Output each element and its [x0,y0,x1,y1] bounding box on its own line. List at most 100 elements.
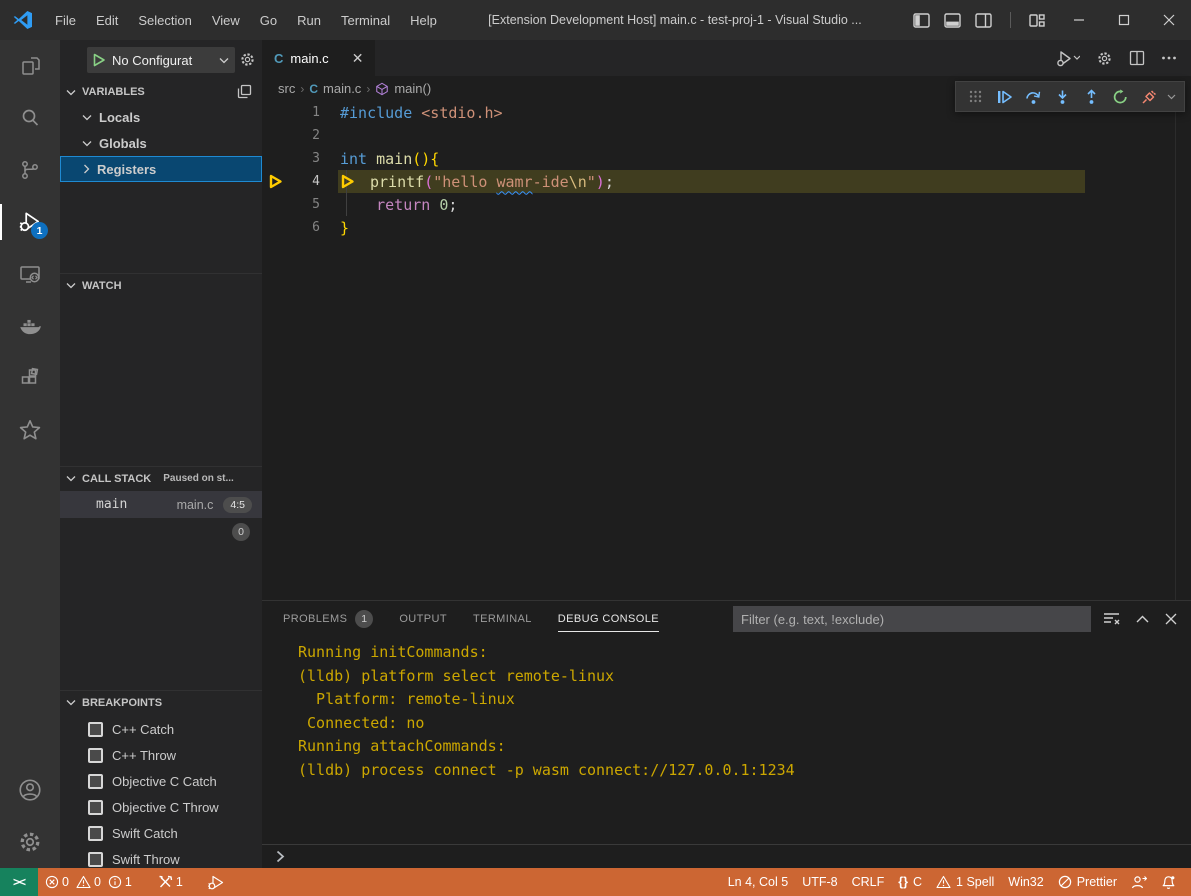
close-button[interactable] [1146,0,1191,40]
spell-checker[interactable]: 1 Spell [929,868,1001,896]
breadcrumb-folder[interactable]: src [278,81,295,96]
breakpoint-checkbox[interactable] [88,748,103,763]
breakpoint-checkbox[interactable] [88,852,103,867]
wamr-extension-star-icon[interactable] [0,404,60,456]
debug-console-filter-input[interactable] [733,606,1091,632]
bottom-panel: PROBLEMS1 OUTPUT TERMINAL DEBUG CONSOLE Run… [262,600,1191,868]
menu-help[interactable]: Help [400,7,447,34]
menu-terminal[interactable]: Terminal [331,7,400,34]
open-launch-json-gear-icon[interactable] [239,51,256,68]
code-line-content: printf("hello wamr-ide\n"); [340,173,614,191]
stack-frame-name: main [96,497,127,512]
explorer-icon[interactable] [0,40,60,92]
panel-tab-problems[interactable]: PROBLEMS1 [283,601,373,637]
thread-row[interactable]: 0 [60,520,262,544]
feedback-icon-item[interactable] [1124,868,1154,896]
menu-view[interactable]: View [202,7,250,34]
menu-file[interactable]: File [45,7,86,34]
breakpoint-gutter[interactable] [262,170,292,193]
notifications-bell-item[interactable] [1154,868,1183,896]
source-control-icon[interactable] [0,144,60,196]
start-debug-icon[interactable] [93,53,106,67]
step-out-icon[interactable] [1080,86,1102,108]
panel-tab-terminal[interactable]: TERMINAL [473,601,532,637]
run-and-debug-icon[interactable]: 1 [0,196,60,248]
menu-edit[interactable]: Edit [86,7,128,34]
tab-main-c[interactable]: C main.c ✕ [262,40,375,76]
settings-gear-icon[interactable] [0,816,60,868]
cursor-position[interactable]: Ln 4, Col 5 [721,868,795,896]
variables-item-locals[interactable]: Locals [60,104,262,130]
panel-tab-debug-console[interactable]: DEBUG CONSOLE [558,601,659,637]
remote-explorer-icon[interactable] [0,248,60,300]
call-stack-section-header[interactable]: CALL STACK Paused on st... [60,466,262,490]
formatter[interactable]: Prettier [1051,868,1124,896]
tools-status[interactable]: 1 [151,868,190,896]
minimize-button[interactable] [1056,0,1101,40]
customize-layout-icon[interactable] [1029,13,1046,28]
breakpoint-row-swift-throw[interactable]: Swift Throw [60,846,262,868]
eol-sequence[interactable]: CRLF [845,868,892,896]
breakpoint-checkbox[interactable] [88,722,103,737]
breakpoint-row-objective-c-catch[interactable]: Objective C Catch [60,768,262,794]
continue-icon[interactable] [993,86,1015,108]
breakpoint-gutter[interactable] [262,147,292,170]
breakpoint-checkbox[interactable] [88,826,103,841]
breakpoint-gutter[interactable] [262,193,292,216]
toggle-sidebar-icon[interactable] [913,13,930,28]
breakpoint-row-c-catch[interactable]: C++ Catch [60,716,262,742]
encoding[interactable]: UTF-8 [795,868,844,896]
search-icon[interactable] [0,92,60,144]
toolbar-drag-grip[interactable] [964,86,986,108]
breakpoint-gutter[interactable] [262,101,292,124]
docker-icon[interactable] [0,300,60,352]
breadcrumb-file[interactable]: main.c [323,81,361,96]
debug-config-dropdown[interactable]: No Configurat [87,47,235,73]
variables-item-registers[interactable]: Registers [60,156,262,182]
close-panel-icon[interactable] [1165,613,1177,625]
chevron-down-icon[interactable] [1167,94,1176,100]
stack-frame-row[interactable]: main main.c 4:5 [60,491,262,518]
more-actions-icon[interactable] [1161,50,1177,66]
tab-close-icon[interactable]: ✕ [352,50,364,67]
panel-tab-output[interactable]: OUTPUT [399,601,447,637]
menu-go[interactable]: Go [250,7,287,34]
settings-gear-icon[interactable] [1096,50,1113,67]
code-editor[interactable]: 1#include <stdio.h>23int main(){4printf(… [262,101,1191,600]
breakpoint-checkbox[interactable] [88,774,103,789]
disconnect-icon[interactable] [1138,86,1160,108]
variables-section-header[interactable]: VARIABLES [60,80,262,104]
console-line: Running initCommands: [298,641,1181,665]
debug-status-icon-item[interactable] [200,868,232,896]
step-into-icon[interactable] [1051,86,1073,108]
toggle-secondary-sidebar-icon[interactable] [975,13,992,28]
account-icon[interactable] [0,764,60,816]
breakpoint-gutter[interactable] [262,216,292,239]
menu-run[interactable]: Run [287,7,331,34]
breakpoint-row-objective-c-throw[interactable]: Objective C Throw [60,794,262,820]
maximize-button[interactable] [1101,0,1146,40]
breadcrumb-symbol[interactable]: main() [394,81,431,96]
breakpoint-row-swift-catch[interactable]: Swift Catch [60,820,262,846]
watch-section-header[interactable]: WATCH [60,273,262,297]
collapse-all-icon[interactable] [237,84,252,99]
restart-icon[interactable] [1109,86,1131,108]
breakpoint-checkbox[interactable] [88,800,103,815]
run-or-debug-icon[interactable] [1056,50,1080,67]
split-editor-icon[interactable] [1129,50,1145,66]
step-over-icon[interactable] [1022,86,1044,108]
variables-item-globals[interactable]: Globals [60,130,262,156]
problems-status[interactable]: 0 0 1 [38,868,139,896]
breakpoint-gutter[interactable] [262,124,292,147]
menu-selection[interactable]: Selection [128,7,201,34]
platform[interactable]: Win32 [1001,868,1050,896]
language-mode[interactable]: {} C [891,868,929,896]
toggle-panel-icon[interactable] [944,13,961,28]
clear-console-icon[interactable] [1103,612,1120,626]
remote-indicator[interactable]: >< [0,868,38,896]
maximize-panel-icon[interactable] [1136,615,1149,623]
debug-console-repl-input[interactable] [262,844,1191,868]
extensions-icon[interactable] [0,352,60,404]
breakpoint-row-c-throw[interactable]: C++ Throw [60,742,262,768]
breakpoints-section-header[interactable]: BREAKPOINTS [60,690,262,714]
